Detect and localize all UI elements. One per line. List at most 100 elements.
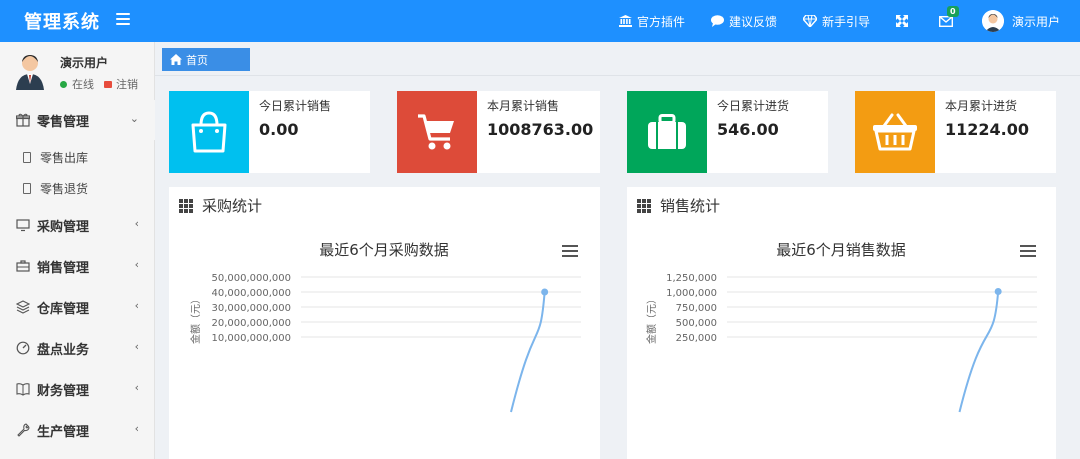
data-point [994,287,1002,295]
menu-label: 零售管理 [37,114,90,130]
file-icon [23,183,31,194]
y-axis-label: 金额（元） [645,294,658,344]
stat-label: 本月累计进货 [945,99,1018,113]
online-dot-icon [60,80,67,88]
sales-chart: 最近6个月销售数据 250,000 500,000 750,000 1,000,000 1… [645,241,1037,413]
chevron-left-icon: ‹ [134,217,139,230]
nav-label: 新手引导 [821,14,870,29]
fullscreen-button[interactable] [895,15,913,27]
nav-feedback[interactable]: 建议反馈 [710,13,777,30]
stat-value: 0.00 [259,120,299,139]
stat-label: 今日累计销售 [259,99,332,113]
y-tick-label: 50,000,000,000 [211,273,291,284]
purchase-stats-panel: 采购统计 最近6个月采购数据 10,000,000,000 20,000,000,0… [169,187,600,459]
chart-menu-icon[interactable] [562,245,578,259]
nav-guide[interactable]: 新手引导 [802,13,870,30]
series-line [510,291,546,413]
nav-label: 建议反馈 [728,14,777,29]
menu-inventory[interactable]: 盘点业务 ‹ [0,328,155,368]
monitor-icon [16,219,30,232]
menu-label: 财务管理 [37,383,90,399]
chart-title: 最近6个月采购数据 [319,241,449,259]
expand-icon [895,15,908,27]
tab-bar: 首页 [155,42,1080,76]
tab-label: 首页 [186,53,208,67]
menu-warehouse[interactable]: 仓库管理 ‹ [0,287,155,327]
top-bar: 管理系统 官方插件 建议反馈 新手引导 0 演示用户 [0,0,1080,42]
stat-icon-box [627,91,707,173]
chevron-left-icon: ‹ [134,299,139,312]
user-menu[interactable]: 演示用户 [981,10,1060,32]
tab-home[interactable]: 首页 [162,48,250,71]
chevron-left-icon: ‹ [134,340,139,353]
nav-label: 官方插件 [636,14,685,29]
chevron-left-icon: ‹ [134,422,139,435]
top-nav: 官方插件 建议反馈 新手引导 0 演示用户 [618,0,1080,42]
logout-label: 注销 [116,78,138,91]
y-tick-label: 10,000,000,000 [211,333,291,344]
th-icon [637,198,651,213]
messages-button[interactable]: 0 [938,5,959,27]
chart-menu-icon[interactable] [1020,245,1036,259]
y-tick-label: 30,000,000,000 [211,303,291,314]
sub-label: 零售出库 [40,151,89,165]
user-status: 在线 注销 [60,76,138,92]
y-tick-label: 1,000,000 [666,288,717,299]
menu-label: 盘点业务 [37,342,90,358]
panel-header: 采购统计 [179,195,262,216]
menu-toggle-icon[interactable] [116,13,130,27]
sub-retail-out[interactable]: 零售出库 [0,142,155,173]
menu-finance[interactable]: 财务管理 ‹ [0,369,155,409]
stat-month-purchase: 本月累计进货 11224.00 [855,91,1056,173]
logout-link[interactable]: 注销 [104,76,138,92]
sub-label: 零售退货 [40,182,89,196]
book-icon [16,383,30,396]
wrench-icon [17,423,30,437]
chevron-left-icon: ‹ [134,258,139,271]
series-line [958,291,1000,413]
y-tick-label: 20,000,000,000 [211,318,291,329]
diamond-icon [802,15,817,27]
envelope-icon [938,15,953,27]
bank-icon [618,15,632,27]
menu-retail[interactable]: 零售管理 ⌄ [0,100,155,140]
shopping-cart-icon [418,114,454,150]
purchase-chart: 最近6个月采购数据 10,000,000,000 20,000,000,000 30,… [189,241,581,413]
user-panel: 演示用户 在线 注销 [0,42,154,98]
stat-icon-box [397,91,477,173]
menu-purchase[interactable]: 采购管理 ‹ [0,205,155,245]
menu-sales[interactable]: 销售管理 ‹ [0,246,155,286]
stat-label: 今日累计进货 [717,99,790,113]
mail-count-badge: 0 [946,5,959,17]
avatar [14,50,46,90]
sales-stats-panel: 销售统计 最近6个月销售数据 250,000 500,000 750,000 1,000… [627,187,1056,459]
nav-official-plugins[interactable]: 官方插件 [618,13,685,30]
chart-title: 最近6个月销售数据 [776,241,906,259]
chevron-down-icon: ⌄ [129,112,139,125]
y-axis-label: 金额（元） [189,294,202,344]
stat-value: 1008763.00 [487,120,594,139]
comment-icon [710,15,724,27]
menu-production[interactable]: 生产管理 ‹ [0,410,155,450]
stat-value: 546.00 [717,120,779,139]
y-tick-label: 250,000 [676,333,717,344]
sub-retail-return[interactable]: 零售退货 [0,173,155,204]
chevron-left-icon: ‹ [134,381,139,394]
stat-value: 11224.00 [945,120,1030,139]
stat-icon-box [169,91,249,173]
stat-today-purchase: 今日累计进货 546.00 [627,91,828,173]
menu-label: 仓库管理 [37,301,90,317]
sign-out-icon [104,80,112,88]
dashboard-icon [16,341,30,355]
stat-icon-box [855,91,935,173]
shopping-bag-icon [191,111,227,153]
menu-label: 销售管理 [37,260,90,276]
y-tick-label: 500,000 [676,318,717,329]
stat-month-sales: 本月累计销售 1008763.00 [397,91,600,173]
basket-icon [873,113,917,151]
stat-label: 本月累计销售 [487,99,560,113]
th-icon [179,198,193,213]
panel-header: 销售统计 [637,195,720,216]
y-tick-label: 750,000 [676,303,717,314]
app-title: 管理系统 [24,12,100,33]
